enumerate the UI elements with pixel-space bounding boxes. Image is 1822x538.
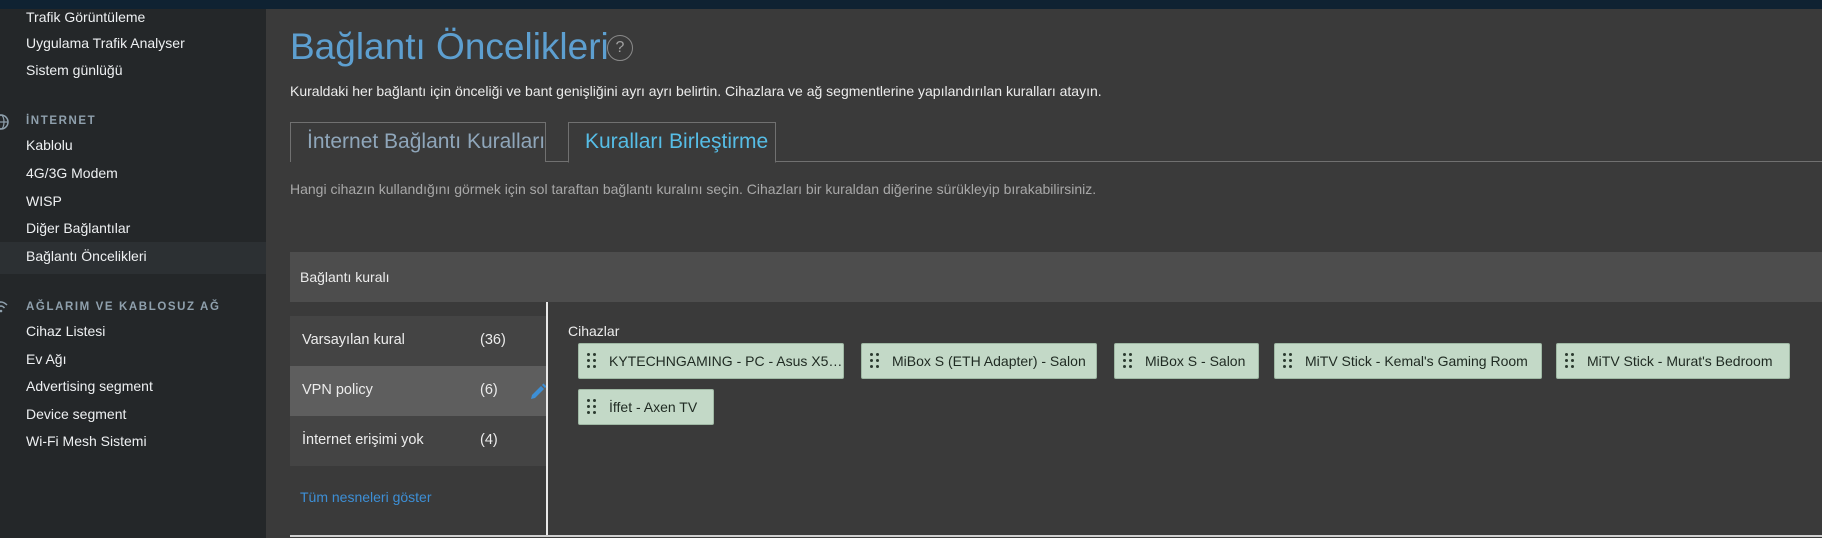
main-content: Bağlantı Öncelikleri ? Kuraldaki her bağ… xyxy=(266,9,1822,538)
edit-icon[interactable] xyxy=(528,382,548,402)
drag-handle-icon[interactable] xyxy=(870,353,880,369)
device-chip[interactable]: MiTV Stick - Kemal's Gaming Room xyxy=(1274,343,1542,379)
tab-internet-rules[interactable]: İnternet Bağlantı Kuralları xyxy=(290,122,546,162)
device-chip[interactable]: MiBox S - Salon xyxy=(1114,343,1259,379)
page-description: Kuraldaki her bağlantı için önceliği ve … xyxy=(290,83,1102,99)
wifi-icon xyxy=(0,301,8,313)
sidebar-item-wired[interactable]: Kablolu xyxy=(26,137,73,153)
rules-list: Varsayılan kural (36) VPN policy (6) İnt… xyxy=(290,316,548,466)
device-name: KYTECHNGAMING - PC - Asus X570 Gaming xyxy=(609,353,844,369)
sidebar-section-internet: İNTERNET xyxy=(26,115,97,127)
sidebar-section-network: AĞLARIM VE KABLOSUZ AĞ xyxy=(26,301,221,313)
rule-name: VPN policy xyxy=(302,382,373,398)
page-title: Bağlantı Öncelikleri xyxy=(290,26,609,67)
drag-handle-icon[interactable] xyxy=(587,399,597,415)
show-all-link[interactable]: Tüm nesneleri göster xyxy=(300,489,432,505)
rule-count: (4) xyxy=(480,432,498,448)
sidebar-item-wisp[interactable]: WISP xyxy=(26,193,62,209)
device-name: MiBox S (ETH Adapter) - Salon xyxy=(892,353,1086,369)
sidebar-item-other-connections[interactable]: Diğer Bağlantılar xyxy=(26,220,130,236)
sidebar-item-home-network[interactable]: Ev Ağı xyxy=(26,351,66,367)
device-name: İffet - Axen TV xyxy=(609,399,698,415)
sidebar-item-traffic-monitor[interactable]: Trafik Görüntüleme xyxy=(26,9,145,25)
rule-column-header: Bağlantı kuralı xyxy=(290,252,1822,302)
sidebar: Trafik Görüntüleme Uygulama Trafik Analy… xyxy=(0,9,266,538)
sidebar-item-wifi-mesh[interactable]: Wi-Fi Mesh Sistemi xyxy=(26,433,147,449)
rule-count: (6) xyxy=(480,382,498,398)
sidebar-item-system-log[interactable]: Sistem günlüğü xyxy=(26,62,123,78)
device-chip[interactable]: İffet - Axen TV xyxy=(578,389,714,425)
rule-item-vpn[interactable]: VPN policy (6) xyxy=(290,366,548,416)
device-chip[interactable]: MiTV Stick - Murat's Bedroom xyxy=(1556,343,1790,379)
rule-count: (36) xyxy=(480,332,506,348)
panel-bottom-border xyxy=(290,535,1822,537)
globe-icon xyxy=(0,114,9,130)
sidebar-item-advertising-segment[interactable]: Advertising segment xyxy=(26,378,153,394)
drag-handle-icon[interactable] xyxy=(587,353,597,369)
panel-divider xyxy=(546,302,548,537)
rule-item-default[interactable]: Varsayılan kural (36) xyxy=(290,316,546,366)
sidebar-item-modem[interactable]: 4G/3G Modem xyxy=(26,165,118,181)
rule-item-no-internet[interactable]: İnternet erişimi yok (4) xyxy=(290,416,546,466)
device-chip[interactable]: KYTECHNGAMING - PC - Asus X570 Gaming xyxy=(578,343,844,379)
device-name: MiBox S - Salon xyxy=(1145,353,1246,369)
sidebar-item-device-segment[interactable]: Device segment xyxy=(26,406,126,422)
device-name: MiTV Stick - Murat's Bedroom xyxy=(1587,353,1773,369)
sidebar-item-app-traffic[interactable]: Uygulama Trafik Analyser xyxy=(26,35,185,51)
drag-handle-icon[interactable] xyxy=(1123,353,1133,369)
hint-text: Hangi cihazın kullandığını görmek için s… xyxy=(290,181,1097,197)
drag-handle-icon[interactable] xyxy=(1565,353,1575,369)
sidebar-item-connection-priorities[interactable]: Bağlantı Öncelikleri xyxy=(26,248,147,264)
device-chip[interactable]: MiBox S (ETH Adapter) - Salon xyxy=(861,343,1097,379)
rule-name: Varsayılan kural xyxy=(302,332,405,348)
top-bar xyxy=(0,0,1822,9)
drag-handle-icon[interactable] xyxy=(1283,353,1293,369)
tab-merge-rules[interactable]: Kuralları Birleştirme xyxy=(568,122,776,163)
devices-label: Cihazlar xyxy=(568,323,620,339)
device-name: MiTV Stick - Kemal's Gaming Room xyxy=(1305,353,1528,369)
help-icon[interactable]: ? xyxy=(607,35,633,61)
rule-name: İnternet erişimi yok xyxy=(302,432,424,448)
sidebar-item-device-list[interactable]: Cihaz Listesi xyxy=(26,323,105,339)
